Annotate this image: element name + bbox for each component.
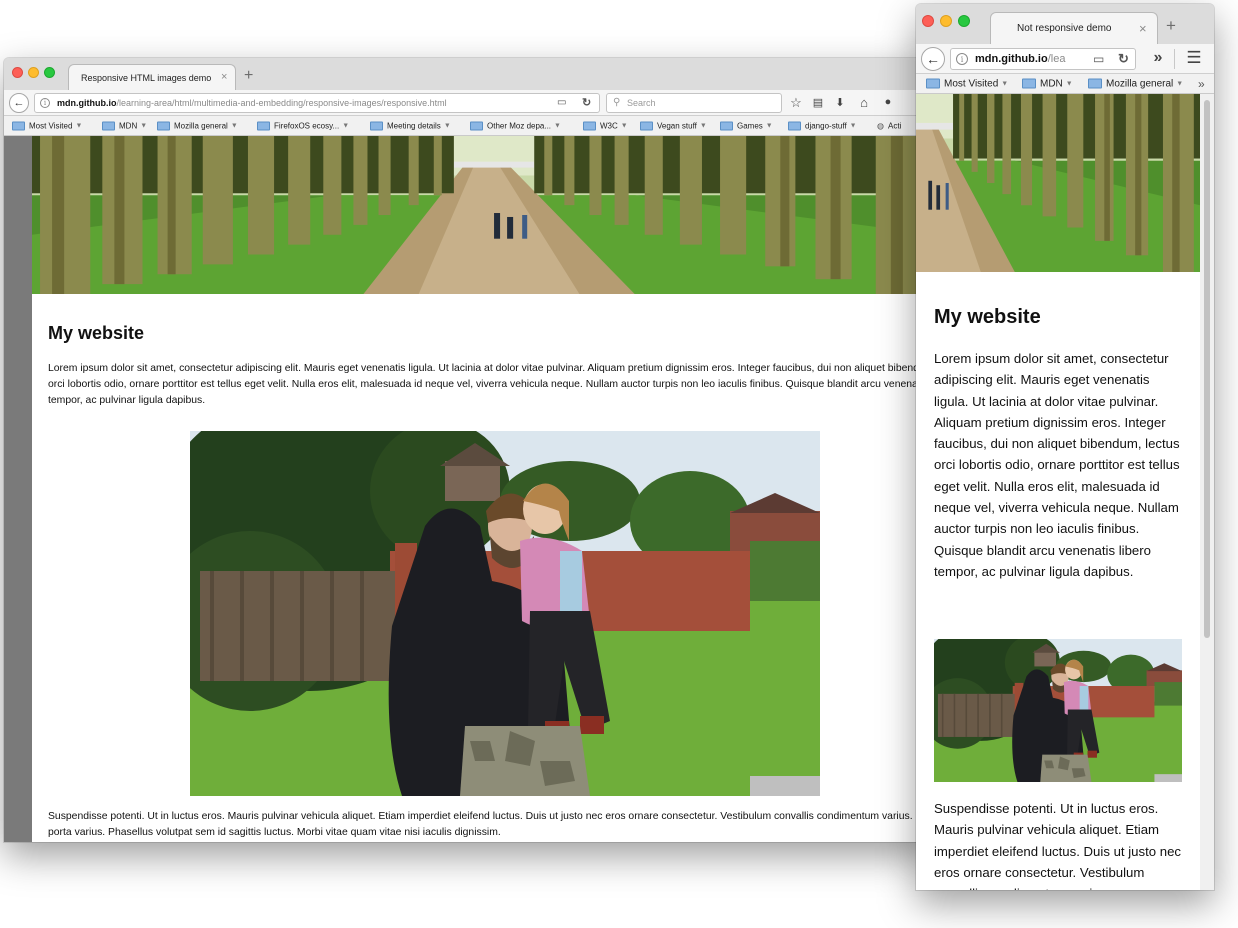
toolbar-overflow-button[interactable]: »	[1150, 49, 1166, 67]
tab-not-responsive-demo[interactable]: Not responsive demo ×	[990, 12, 1158, 44]
downloads-icon[interactable]: ⬇	[832, 96, 848, 109]
url-host: mdn.github.io	[57, 98, 117, 108]
reader-view-icon[interactable]: ▭	[1093, 52, 1104, 66]
header-banner-image	[916, 94, 1200, 272]
title-bar: Not responsive demo × +	[916, 4, 1214, 44]
site-info-icon[interactable]: i	[40, 98, 50, 108]
globe-icon: ◍	[877, 121, 884, 130]
bookmarks-toolbar: Most Visited ▼ MDN ▼ Mozilla general ▼ »	[916, 74, 1214, 94]
page-title: My website	[934, 306, 1041, 328]
url-text: mdn.github.io/lea	[975, 53, 1065, 65]
scrollbar[interactable]	[1200, 94, 1214, 890]
bookmark-firefoxos[interactable]: FirefoxOS ecosy... ▼	[257, 121, 349, 130]
family-photo	[190, 431, 820, 796]
new-tab-button[interactable]: +	[244, 68, 253, 84]
reader-view-icon[interactable]: ▭	[557, 97, 566, 108]
bookmarks-toolbar: Most Visited ▼ MDN ▼ Mozilla general ▼ Fire…	[4, 116, 936, 136]
folder-icon	[470, 121, 483, 130]
bookmark-mdn[interactable]: MDN ▼	[1022, 78, 1073, 89]
intro-paragraph: Lorem ipsum dolor sit amet, consectetur …	[48, 363, 936, 406]
page-title: My website	[48, 323, 145, 343]
tab-title: Not responsive demo	[1017, 23, 1112, 34]
bookmark-acti[interactable]: ◍ Acti	[877, 121, 901, 130]
bookmarks-overflow-button[interactable]: »	[1198, 77, 1205, 91]
bookmark-mozilla-general[interactable]: Mozilla general ▼	[157, 121, 238, 130]
maximize-window-button[interactable]	[958, 15, 970, 27]
search-bar[interactable]: ⚲ Search	[606, 93, 782, 113]
back-arrow-icon: ←	[13, 97, 25, 109]
tab-responsive-demo[interactable]: Responsive HTML images demo ×	[68, 64, 236, 90]
page-viewport: My website Lorem ipsum dolor sit amet, c…	[916, 94, 1214, 890]
bookmark-other-moz[interactable]: Other Moz depa... ▼	[470, 121, 561, 130]
family-photo-image	[934, 639, 1182, 782]
site-info-icon[interactable]: i	[956, 53, 968, 65]
library-icon[interactable]: ▤	[810, 96, 826, 109]
bookmark-vegan-stuff[interactable]: Vegan stuff ▼	[640, 121, 707, 130]
bookmark-django-stuff[interactable]: django-stuff ▼	[788, 121, 857, 130]
browser-window-responsive: Responsive HTML images demo × + ← i mdn.…	[4, 58, 936, 842]
back-arrow-icon: ←	[926, 51, 940, 67]
toolbar-divider	[1174, 49, 1175, 69]
back-button[interactable]: ←	[921, 47, 945, 71]
bookmark-mdn[interactable]: MDN ▼	[102, 121, 147, 130]
bookmark-most-visited[interactable]: Most Visited ▼	[926, 78, 1008, 89]
title-bar: Responsive HTML images demo × +	[4, 58, 936, 90]
url-path: /lea	[1047, 53, 1066, 65]
url-host: mdn.github.io	[975, 53, 1048, 65]
bookmark-games[interactable]: Games ▼	[720, 121, 773, 130]
body-paragraph: Suspendisse potenti. Ut in luctus eros. …	[48, 811, 936, 838]
tab-title: Responsive HTML images demo	[81, 73, 212, 83]
minimize-window-button[interactable]	[28, 67, 39, 78]
folder-icon	[1088, 78, 1102, 89]
bookmark-mozilla-general[interactable]: Mozilla general ▼	[1088, 78, 1183, 89]
browser-window-not-responsive: Not responsive demo × + ← i mdn.github.i…	[916, 4, 1214, 890]
bookmark-most-visited[interactable]: Most Visited ▼	[12, 121, 82, 130]
header-banner-image	[32, 136, 936, 294]
intro-paragraph: Lorem ipsum dolor sit amet, consectetur …	[934, 351, 1180, 579]
url-path: /learning-area/html/multimedia-and-embed…	[116, 98, 447, 108]
navigation-toolbar: ← i mdn.github.io/learning-area/html/mul…	[4, 90, 936, 116]
url-text: mdn.github.io/learning-area/html/multime…	[57, 98, 447, 108]
bookmark-meeting-details[interactable]: Meeting details ▼	[370, 121, 451, 130]
home-icon[interactable]: ⌂	[856, 95, 872, 110]
folder-icon	[12, 121, 25, 130]
navigation-toolbar: ← i mdn.github.io/lea ▭ ↻ » ☰	[916, 44, 1214, 74]
folder-icon	[583, 121, 596, 130]
url-bar[interactable]: i mdn.github.io/learning-area/html/multi…	[34, 93, 600, 113]
scrollbar-thumb[interactable]	[1204, 100, 1210, 638]
family-photo-image	[190, 431, 820, 796]
banner-photo	[32, 136, 936, 294]
folder-icon	[257, 121, 270, 130]
folder-icon	[157, 121, 170, 130]
body-paragraph: Suspendisse potenti. Ut in luctus eros. …	[934, 801, 1182, 890]
search-placeholder: Search	[627, 98, 656, 108]
menu-icon[interactable]: ☰	[1184, 48, 1204, 68]
chat-icon[interactable]: ●	[880, 96, 896, 108]
back-button[interactable]: ←	[9, 93, 29, 113]
folder-icon	[102, 121, 115, 130]
bookmark-w3c[interactable]: W3C ▼	[583, 121, 628, 130]
reload-icon[interactable]: ↻	[1118, 51, 1129, 67]
search-magnifier-icon: ⚲	[613, 97, 621, 108]
page-side-gutter	[4, 136, 32, 842]
close-window-button[interactable]	[12, 67, 23, 78]
url-bar[interactable]: i mdn.github.io/lea ▭ ↻	[950, 48, 1136, 70]
folder-icon	[640, 121, 653, 130]
family-photo	[934, 639, 1182, 782]
folder-icon	[926, 78, 940, 89]
banner-photo	[916, 94, 1200, 272]
close-tab-icon[interactable]: ×	[221, 72, 227, 83]
folder-icon	[788, 121, 801, 130]
page-viewport: My website Lorem ipsum dolor sit amet, c…	[4, 136, 936, 842]
close-window-button[interactable]	[922, 15, 934, 27]
folder-icon	[1022, 78, 1036, 89]
reload-icon[interactable]: ↻	[582, 96, 591, 109]
folder-icon	[720, 121, 733, 130]
bookmark-star-icon[interactable]: ☆	[788, 95, 804, 111]
close-tab-icon[interactable]: ×	[1139, 22, 1147, 35]
new-tab-button[interactable]: +	[1166, 17, 1176, 34]
maximize-window-button[interactable]	[44, 67, 55, 78]
folder-icon	[370, 121, 383, 130]
minimize-window-button[interactable]	[940, 15, 952, 27]
